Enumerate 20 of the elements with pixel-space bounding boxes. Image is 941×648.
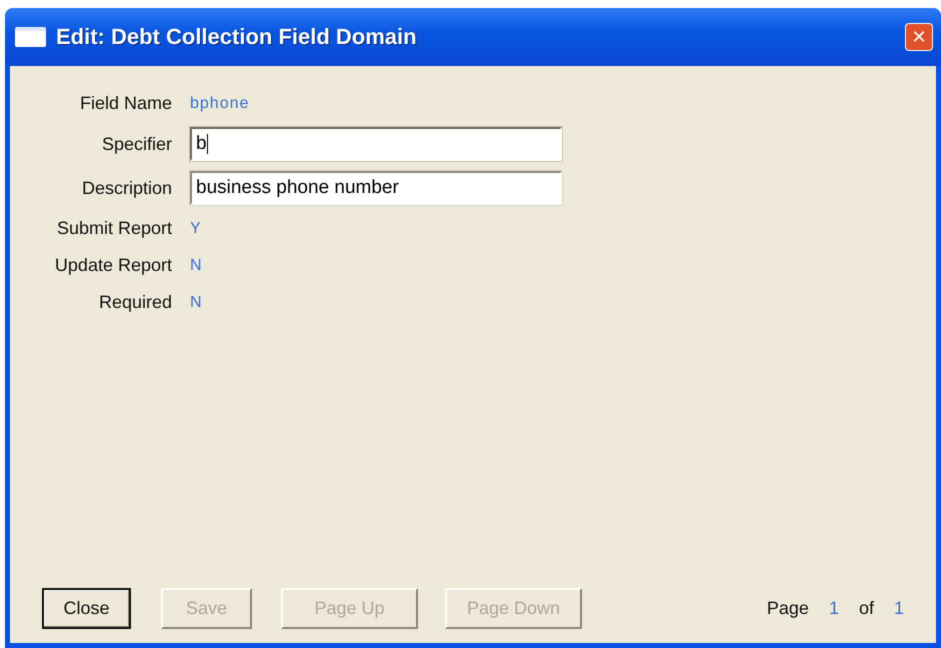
field-label: Update Report xyxy=(54,254,172,277)
page-of-label: of xyxy=(858,598,874,619)
input-field[interactable]: business phone number xyxy=(190,171,562,205)
page-label: Page xyxy=(766,598,809,619)
field-value: N xyxy=(190,294,204,312)
close-button[interactable]: ✕ xyxy=(905,23,933,51)
page-number: 1 xyxy=(828,598,839,619)
window-icon xyxy=(15,27,46,47)
field-value: N xyxy=(190,256,204,274)
field-label: Submit Report xyxy=(56,217,172,240)
input-field[interactable]: b xyxy=(190,127,562,161)
field-label: Specifier xyxy=(100,132,172,156)
window-title: Edit: Debt Collection Field Domain xyxy=(56,24,418,50)
field-label: Required xyxy=(98,291,172,314)
field-label: Field Name xyxy=(78,92,172,115)
page-total: 1 xyxy=(894,598,904,619)
field-value: Y xyxy=(190,220,203,238)
field-value: bphone xyxy=(190,94,250,112)
field-label: Description xyxy=(80,176,172,200)
dialog-button[interactable]: Close xyxy=(42,588,131,629)
